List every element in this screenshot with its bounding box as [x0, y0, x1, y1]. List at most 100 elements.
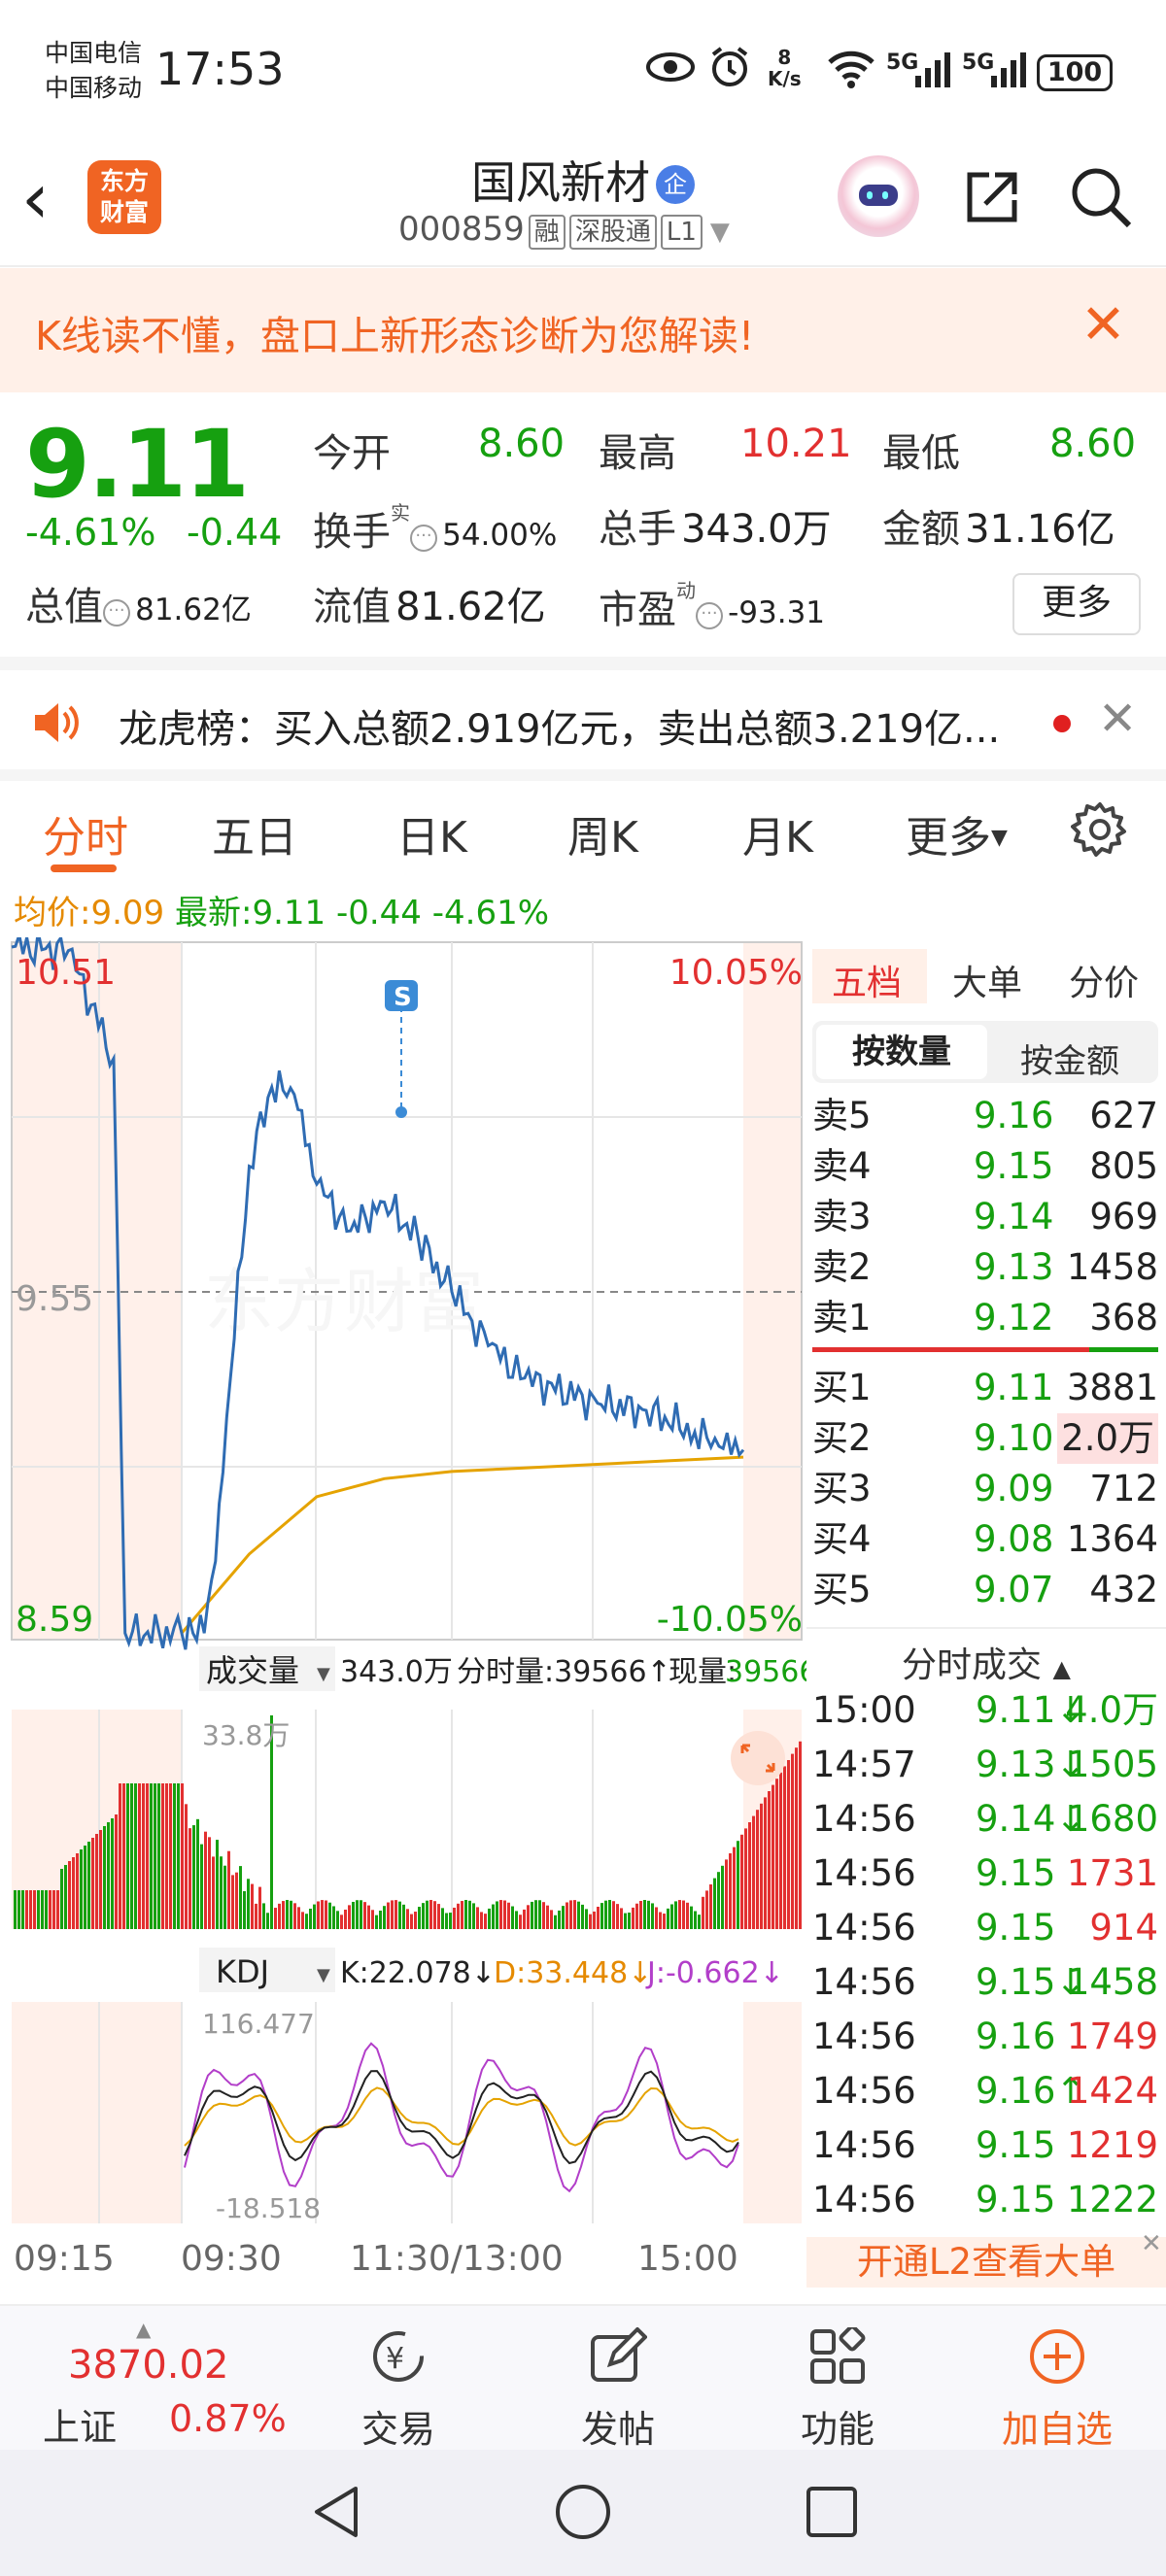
- intraday-chart[interactable]: 东方财富 S 10.51 9.55 8.59 10.05% -10.05% 成交…: [0, 937, 806, 2288]
- latest-price: 9.11: [252, 894, 326, 932]
- volume-bar: [297, 1907, 300, 1929]
- bid-row[interactable]: 买5 9.07 432: [812, 1565, 1162, 1615]
- volume-bar: [725, 1859, 728, 1929]
- nav-function[interactable]: 功能: [770, 2399, 906, 2453]
- volume-bar: [624, 1913, 627, 1929]
- system-recents-icon[interactable]: [805, 2485, 859, 2539]
- volume-bar: [356, 1900, 359, 1929]
- volume-bar: [756, 1810, 759, 1929]
- tab-daily[interactable]: 日K: [396, 802, 467, 864]
- volume-bar: [515, 1911, 518, 1929]
- l2-close-icon[interactable]: ✕: [1141, 2229, 1162, 2258]
- index-value[interactable]: 3870.02: [68, 2343, 228, 2388]
- l2-upsell-button[interactable]: 开通L2查看大单: [806, 2237, 1166, 2288]
- tab-indicator: [51, 864, 117, 872]
- ask-price: 9.12: [974, 1297, 1054, 1339]
- volume-bar: [258, 1886, 261, 1929]
- tab-five-day[interactable]: 五日: [212, 802, 297, 864]
- volume-bar: [278, 1903, 281, 1929]
- volume-bar: [628, 1912, 631, 1929]
- system-home-icon[interactable]: [554, 2483, 612, 2541]
- tab-price-dist[interactable]: 分价: [1069, 955, 1139, 1005]
- bid-qty: 712: [1089, 1468, 1158, 1509]
- volume-bar: [169, 1783, 172, 1929]
- bid-row[interactable]: 买3 9.09 712: [812, 1464, 1162, 1514]
- trade-price: 9.15: [976, 2124, 1056, 2166]
- bid-row[interactable]: 买2 9.10 2.0万: [812, 1413, 1162, 1464]
- tab-big-orders[interactable]: 大单: [952, 955, 1022, 1005]
- bid-row[interactable]: 买4 9.08 1364: [812, 1514, 1162, 1565]
- more-button[interactable]: 更多: [1012, 573, 1141, 635]
- tab-by-amount[interactable]: 按金额: [1020, 1034, 1119, 1082]
- volume-bar: [189, 1828, 191, 1929]
- index-pct[interactable]: 0.87%: [169, 2397, 287, 2440]
- ask-qty: 368: [1089, 1297, 1158, 1339]
- tab-monthly[interactable]: 月K: [742, 802, 813, 864]
- search-icon[interactable]: [1069, 165, 1133, 229]
- ask-row[interactable]: 卖5 9.16 627: [812, 1091, 1162, 1141]
- volume-bar: [464, 1900, 467, 1929]
- ask-row[interactable]: 卖2 9.13 1458: [812, 1242, 1162, 1293]
- tab-five-levels[interactable]: 五档: [832, 955, 902, 1005]
- volume-bar: [441, 1908, 444, 1929]
- nav-trade[interactable]: 交易: [330, 2399, 466, 2453]
- volume-bar: [115, 1814, 118, 1929]
- stock-code-line[interactable]: 000859 融深股通 L1 ▼: [398, 210, 730, 250]
- trade-row: 14:57 9.13↓ 1505: [812, 1738, 1162, 1792]
- assistant-avatar[interactable]: [838, 155, 919, 237]
- volume-bar: [340, 1915, 343, 1929]
- trade-volume: 1680: [1066, 1798, 1158, 1840]
- notice-close-icon[interactable]: ✕: [1098, 692, 1137, 746]
- nav-post[interactable]: 发帖: [550, 2399, 686, 2453]
- ask-label: 卖1: [812, 1297, 872, 1339]
- ask-row[interactable]: 卖4 9.15 805: [812, 1141, 1162, 1192]
- ask-label: 卖2: [812, 1246, 872, 1288]
- volume-bar: [235, 1872, 238, 1929]
- ask-row[interactable]: 卖3 9.14 969: [812, 1192, 1162, 1242]
- tab-by-qty[interactable]: 按数量: [816, 1025, 987, 1079]
- bid-price: 9.07: [974, 1569, 1054, 1610]
- volume-bar: [173, 1783, 176, 1929]
- volume-bar: [64, 1865, 67, 1929]
- mktcap-item: 总值 ··· 81.62亿: [25, 585, 252, 629]
- system-back-icon[interactable]: [309, 2483, 363, 2541]
- trade-time: 14:56: [812, 1798, 916, 1840]
- kdj-j-line: [184, 2042, 739, 2193]
- time-label-0915: 09:15: [14, 2239, 115, 2279]
- volume-bar: [717, 1872, 720, 1929]
- banner-close-icon[interactable]: ✕: [1080, 293, 1126, 356]
- volume-bar: [220, 1856, 223, 1929]
- ask-row[interactable]: 卖1 9.12 368: [812, 1293, 1162, 1343]
- gear-icon[interactable]: [1071, 800, 1129, 859]
- volume-bar: [534, 1900, 537, 1929]
- index-name[interactable]: 上证: [43, 2397, 117, 2451]
- latest-pct: -4.61%: [431, 894, 550, 932]
- share-icon[interactable]: [962, 167, 1020, 225]
- trade-row: 14:56 9.15 1219: [812, 2118, 1162, 2173]
- ask-label: 卖3: [812, 1196, 872, 1237]
- notice-bar[interactable]: 龙虎榜：买入总额2.919亿元，卖出总额3.219亿... ✕: [0, 657, 1166, 765]
- volume-bar: [274, 1908, 277, 1929]
- chart-info-line: 均价:9.09 最新:9.11 -0.44 -4.61%: [14, 894, 550, 932]
- volume-bar: [453, 1907, 456, 1929]
- tab-weekly[interactable]: 周K: [567, 802, 638, 864]
- volume-bar: [99, 1830, 102, 1929]
- tab-intraday[interactable]: 分时: [43, 802, 128, 864]
- volume-bar: [694, 1911, 697, 1929]
- promo-banner[interactable]: K线读不懂，盘口上新形态诊断为您解读! ✕: [0, 268, 1166, 392]
- trades-header[interactable]: 分时成交 ▲: [806, 1627, 1166, 1687]
- volume-bar: [468, 1900, 471, 1929]
- volume-bar: [651, 1903, 654, 1929]
- trade-row: 14:56 9.15 914: [812, 1901, 1162, 1955]
- volume-bar: [593, 1911, 596, 1929]
- trade-time: 14:56: [812, 1852, 916, 1894]
- volume-bar: [142, 1783, 145, 1929]
- tab-more[interactable]: 更多▼: [906, 802, 1008, 864]
- volume-bar: [157, 1783, 160, 1929]
- volume-bar: [200, 1844, 203, 1929]
- bid-label: 买1: [812, 1367, 872, 1408]
- bid-row[interactable]: 买1 9.11 3881: [812, 1363, 1162, 1413]
- quote-panel: 9.11 -4.61% -0.44 今开 8.60 最高 10.21 最低 8.…: [0, 392, 1166, 655]
- trade-time: 14:56: [812, 2179, 916, 2220]
- nav-add-watchlist[interactable]: 加自选: [989, 2399, 1125, 2453]
